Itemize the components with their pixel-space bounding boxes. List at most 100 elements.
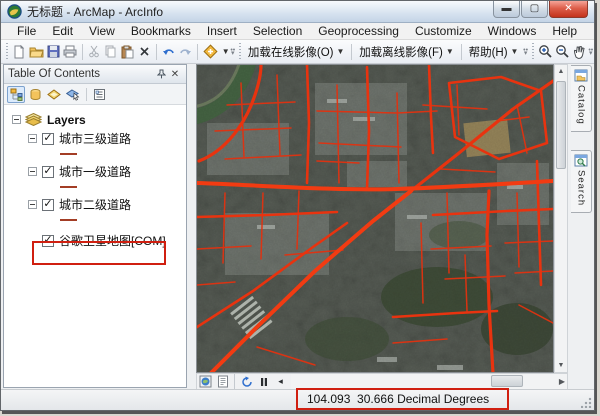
- collapse-icon[interactable]: [28, 200, 37, 209]
- annotation-box-coordinates: 104.093 30.666 Decimal Degrees: [296, 388, 509, 410]
- tab-label: Catalog: [575, 85, 587, 125]
- menu-bookmarks[interactable]: Bookmarks: [123, 23, 199, 39]
- layer-symbol-row: [4, 180, 186, 193]
- tab-search[interactable]: Search: [571, 149, 592, 213]
- menu-edit[interactable]: Edit: [44, 23, 81, 39]
- toolbar-overflow[interactable]: •• ▾: [588, 43, 594, 61]
- layer-symbol-row: [4, 213, 186, 226]
- line-symbol: [60, 152, 77, 155]
- add-data-dropdown-arrow[interactable]: ▼: [222, 47, 230, 56]
- menu-insert[interactable]: Insert: [199, 23, 245, 39]
- layer-row[interactable]: ✓ 城市三级道路: [4, 130, 186, 147]
- pin-icon[interactable]: [154, 67, 168, 81]
- scroll-right-icon[interactable]: ▶: [559, 377, 565, 386]
- table-of-contents-panel: Table Of Contents ✕ Layers ✓ 城市三级道路 ✓ 城市…: [3, 64, 187, 388]
- toolbar-overflow[interactable]: •• ▾: [230, 43, 236, 61]
- map-canvas[interactable]: [196, 64, 554, 373]
- catalog-icon: [574, 69, 588, 82]
- layer-label[interactable]: 城市二级道路: [59, 196, 131, 213]
- toc-title: Table Of Contents: [8, 68, 101, 80]
- resize-grip[interactable]: [581, 397, 592, 408]
- tab-label: Search: [575, 169, 587, 206]
- layer-symbol-row: [4, 147, 186, 160]
- list-by-source-button[interactable]: [26, 86, 44, 103]
- menu-bar: File Edit View Bookmarks Insert Selectio…: [1, 23, 594, 40]
- layers-root-row[interactable]: Layers: [4, 111, 186, 128]
- back-extent-icon[interactable]: ◂: [272, 374, 289, 389]
- horizontal-scroll-thumb[interactable]: [491, 375, 523, 387]
- satellite-map: [197, 65, 553, 372]
- zoom-in-tool[interactable]: [537, 42, 554, 62]
- layout-view-button[interactable]: [214, 374, 231, 389]
- layer-checkbox[interactable]: ✓: [42, 165, 54, 178]
- map-horizontal-scrollbar[interactable]: ▶: [291, 374, 567, 389]
- print-button[interactable]: [62, 42, 79, 62]
- toolbar-grip[interactable]: [237, 42, 242, 61]
- collapse-icon[interactable]: [28, 167, 37, 176]
- close-button[interactable]: ✕: [549, 1, 588, 18]
- delete-button[interactable]: [136, 42, 153, 62]
- layers-group-icon: [25, 113, 42, 126]
- menu-geoprocessing[interactable]: Geoprocessing: [310, 23, 407, 39]
- toc-header: Table Of Contents ✕: [4, 65, 186, 84]
- line-symbol: [60, 185, 77, 188]
- arcmap-window: 无标题 - ArcMap - ArcInfo ▬ ▢ ✕ File Edit V…: [0, 0, 595, 411]
- pan-tool[interactable]: [571, 42, 588, 62]
- add-data-button[interactable]: [201, 42, 219, 62]
- toc-options-button[interactable]: [90, 86, 108, 103]
- map-vertical-scrollbar[interactable]: ▲ ▼: [554, 64, 568, 373]
- line-symbol: [60, 218, 77, 221]
- menu-view[interactable]: View: [81, 23, 123, 39]
- minimize-button[interactable]: ▬: [493, 1, 520, 18]
- dock-tab-strip: Catalog Search: [571, 65, 592, 231]
- maximize-button[interactable]: ▢: [521, 1, 548, 18]
- standard-toolbar: ▼ •• ▾ 加载在线影像(O) ▼ 加载离线影像(F) ▼ 帮助(H) ▼ •• ▾ •…: [1, 40, 594, 64]
- new-document-button[interactable]: [11, 42, 28, 62]
- layer-checkbox[interactable]: ✓: [42, 198, 54, 211]
- layer-label[interactable]: 城市一级道路: [59, 163, 131, 180]
- search-icon: [574, 154, 588, 167]
- layer-checkbox[interactable]: ✓: [42, 132, 54, 145]
- paste-button[interactable]: [119, 42, 136, 62]
- layer-label[interactable]: 谷歌卫星地图[COM]: [59, 232, 166, 249]
- load-online-imagery-button[interactable]: 加载在线影像(O) ▼: [244, 42, 349, 62]
- undo-button[interactable]: [160, 42, 177, 62]
- layer-checkbox[interactable]: ✓: [42, 234, 54, 247]
- menu-selection[interactable]: Selection: [245, 23, 310, 39]
- collapse-icon[interactable]: [12, 115, 21, 124]
- scroll-down-icon[interactable]: ▼: [555, 359, 567, 372]
- toolbar-grip[interactable]: [5, 42, 9, 61]
- menu-customize[interactable]: Customize: [407, 23, 480, 39]
- toolbar-grip[interactable]: [530, 42, 535, 61]
- vertical-scroll-thumb[interactable]: [556, 81, 566, 169]
- arcmap-app-icon: [7, 4, 22, 19]
- close-panel-icon[interactable]: ✕: [168, 67, 182, 81]
- open-button[interactable]: [28, 42, 45, 62]
- save-button[interactable]: [45, 42, 62, 62]
- redo-button: [177, 42, 194, 62]
- toolbar-overflow[interactable]: •• ▾: [522, 43, 528, 61]
- copy-button: [102, 42, 119, 62]
- menu-file[interactable]: File: [9, 23, 44, 39]
- layer-label[interactable]: 城市三级道路: [59, 130, 131, 147]
- list-by-drawing-order-button[interactable]: [7, 85, 25, 103]
- menu-help[interactable]: Help: [544, 23, 585, 39]
- collapse-icon[interactable]: [28, 134, 37, 143]
- cut-button: [86, 42, 103, 62]
- data-view-button[interactable]: [197, 374, 214, 389]
- layer-row-google-satellite[interactable]: ✓ 谷歌卫星地图[COM]: [4, 232, 186, 249]
- list-by-visibility-button[interactable]: [45, 86, 63, 103]
- title-bar: 无标题 - ArcMap - ArcInfo ▬ ▢ ✕: [1, 1, 594, 23]
- tab-catalog[interactable]: Catalog: [571, 65, 592, 132]
- layers-root-label[interactable]: Layers: [47, 113, 86, 127]
- layer-row[interactable]: ✓ 城市一级道路: [4, 163, 186, 180]
- list-by-selection-button[interactable]: [64, 86, 82, 103]
- layer-row[interactable]: ✓ 城市二级道路: [4, 196, 186, 213]
- load-offline-imagery-button[interactable]: 加载离线影像(F) ▼: [355, 42, 458, 62]
- zoom-out-tool[interactable]: [554, 42, 571, 62]
- plugin-help-button[interactable]: 帮助(H) ▼: [465, 42, 523, 62]
- scroll-up-icon[interactable]: ▲: [555, 65, 567, 78]
- refresh-view-button[interactable]: [238, 374, 255, 389]
- menu-windows[interactable]: Windows: [480, 23, 545, 39]
- pause-drawing-button[interactable]: [255, 374, 272, 389]
